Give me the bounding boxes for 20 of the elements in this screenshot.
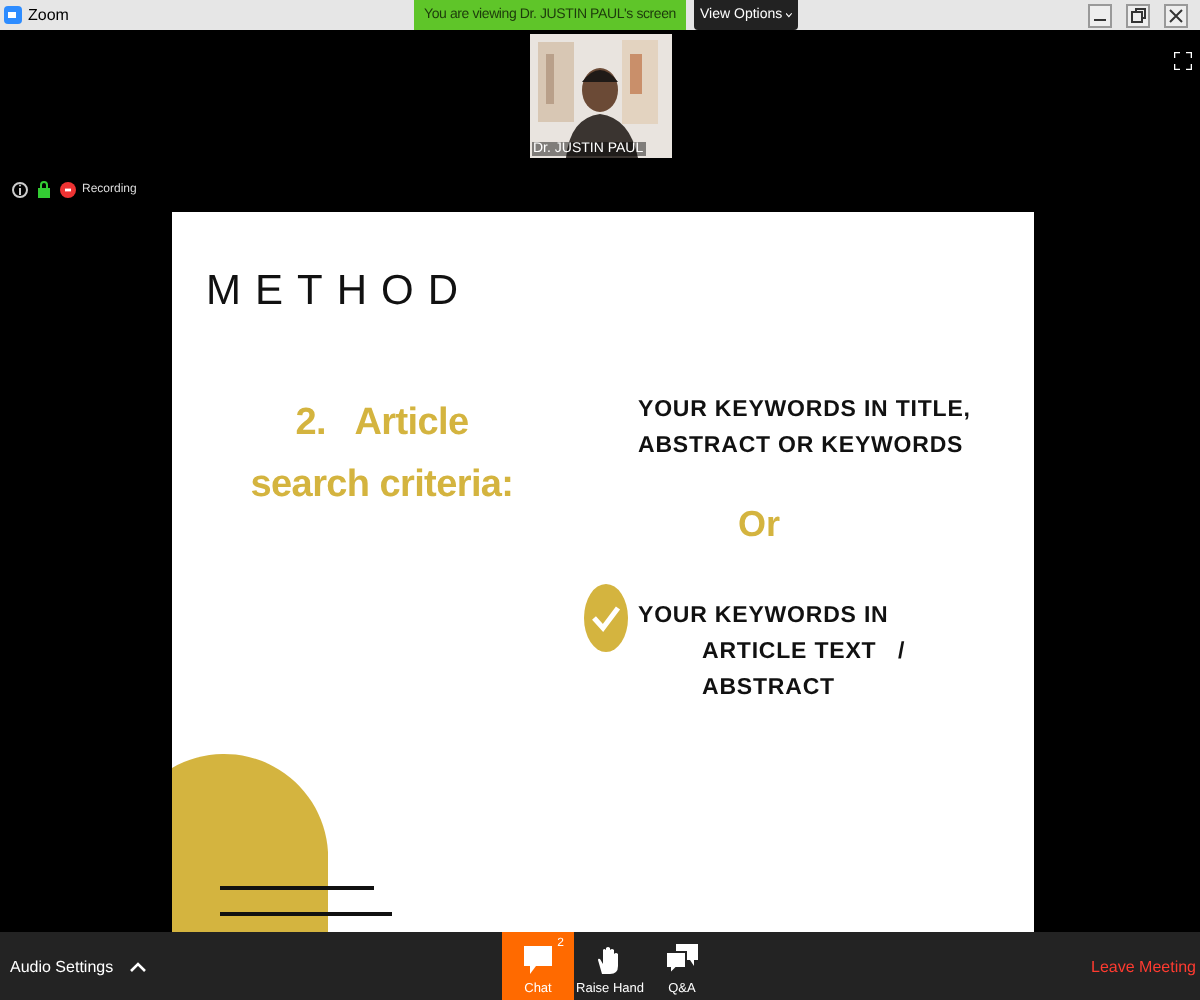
caret-icon (786, 12, 793, 18)
slide-heading: 2. Article search criteria: (250, 400, 514, 510)
close-icon[interactable] (1164, 3, 1188, 27)
lock-icon[interactable] (38, 180, 50, 198)
record-icon (60, 181, 76, 197)
minimize-icon[interactable] (1088, 3, 1112, 27)
slide-text: YOUR KEYWORDS IN ARTICLE TEXT / ABSTRACT (638, 602, 906, 704)
chat-icon (522, 944, 554, 976)
window-title: Zoom (28, 6, 69, 24)
restore-icon[interactable] (1126, 3, 1150, 27)
q-and-a-icon (666, 944, 698, 976)
slide-text: YOUR KEYWORDS IN TITLE, ABSTRACT OR KEYWORDS (638, 396, 971, 462)
app-icon (4, 6, 22, 24)
or-label: Or (738, 504, 782, 546)
chevron-up-icon (129, 961, 146, 971)
info-icon[interactable] (12, 181, 28, 197)
slide-title: METHOD (206, 266, 472, 316)
fullscreen-icon[interactable] (1174, 52, 1192, 70)
leave-meeting-button[interactable]: Leave Meeting (1091, 957, 1200, 975)
audio-settings-button[interactable]: Audio Settings (0, 957, 146, 975)
